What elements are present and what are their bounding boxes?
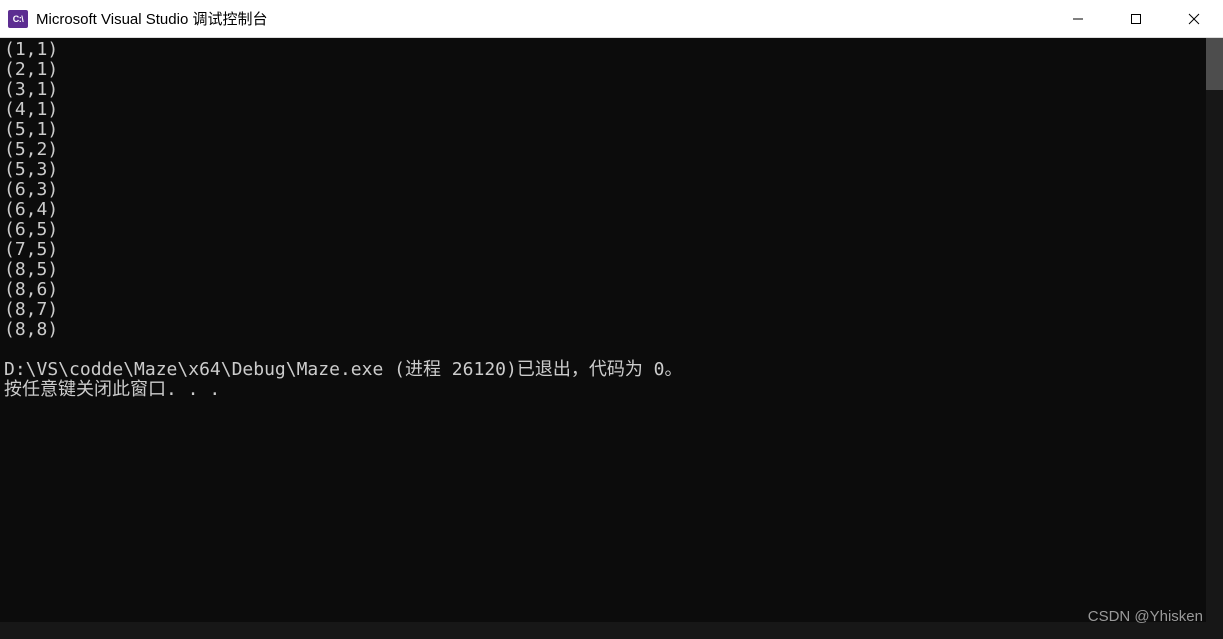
horizontal-scrollbar[interactable]: [0, 622, 1206, 639]
window-controls: [1049, 0, 1223, 37]
console-output[interactable]: (1,1) (2,1) (3,1) (4,1) (5,1) (5,2) (5,3…: [0, 38, 1206, 639]
coord-line: (7,5): [4, 239, 58, 260]
coord-line: (5,3): [4, 159, 58, 180]
coord-line: (8,8): [4, 319, 58, 340]
coord-line: (1,1): [4, 39, 58, 60]
vs-icon: C:\: [8, 10, 28, 28]
minimize-button[interactable]: [1049, 0, 1107, 37]
coord-line: (6,3): [4, 179, 58, 200]
coord-line: (2,1): [4, 59, 58, 80]
coord-line: (8,6): [4, 279, 58, 300]
coord-line: (6,4): [4, 199, 58, 220]
exit-message: D:\VS\codde\Maze\x64\Debug\Maze.exe (进程 …: [4, 359, 683, 380]
coord-line: (5,2): [4, 139, 58, 160]
close-button[interactable]: [1165, 0, 1223, 37]
maximize-button[interactable]: [1107, 0, 1165, 37]
vertical-scrollbar[interactable]: [1206, 38, 1223, 639]
coord-line: (8,5): [4, 259, 58, 280]
title-bar: C:\ Microsoft Visual Studio 调试控制台: [0, 0, 1223, 38]
title-left: C:\ Microsoft Visual Studio 调试控制台: [0, 8, 267, 29]
close-prompt: 按任意键关闭此窗口. . .: [4, 379, 220, 400]
coord-line: (4,1): [4, 99, 58, 120]
coord-line: (8,7): [4, 299, 58, 320]
coord-line: (5,1): [4, 119, 58, 140]
coord-line: (6,5): [4, 219, 58, 240]
console-area: (1,1) (2,1) (3,1) (4,1) (5,1) (5,2) (5,3…: [0, 38, 1223, 639]
window-title: Microsoft Visual Studio 调试控制台: [36, 8, 267, 29]
coord-line: (3,1): [4, 79, 58, 100]
scroll-thumb[interactable]: [1206, 38, 1223, 90]
